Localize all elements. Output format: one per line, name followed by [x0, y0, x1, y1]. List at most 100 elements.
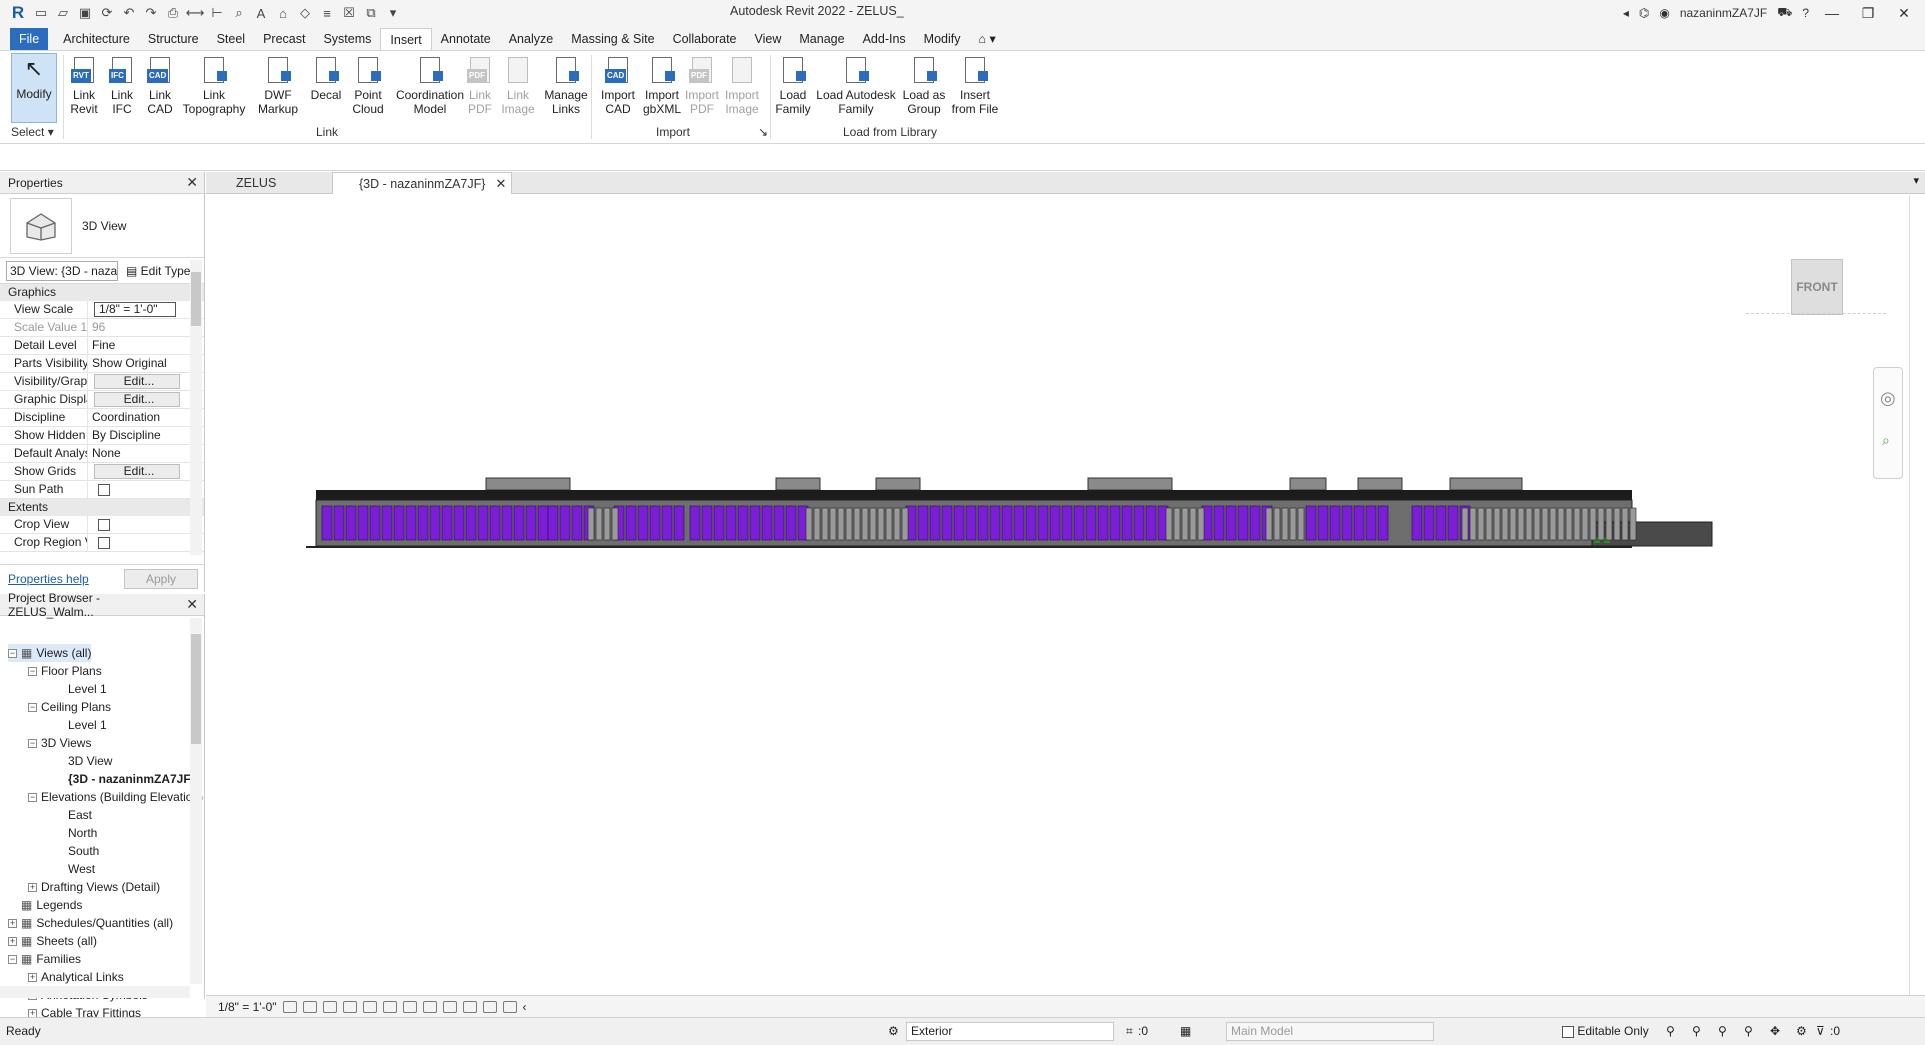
- select-links-icon[interactable]: ⚲: [1666, 1024, 1675, 1038]
- link-topography-button[interactable]: Link Topography: [180, 55, 248, 116]
- redo-icon[interactable]: ↷: [142, 4, 160, 22]
- link-ifc-button[interactable]: IFC Link IFC: [104, 55, 140, 116]
- editable-icon[interactable]: ⌗: [1126, 1024, 1133, 1039]
- browser-item[interactable]: South: [68, 842, 99, 860]
- text-icon[interactable]: A: [252, 4, 270, 22]
- canvas-scrollbar[interactable]: [1909, 195, 1925, 995]
- help-icon[interactable]: ?: [1802, 6, 1809, 20]
- dwf-markup-button[interactable]: DWF Markup: [254, 55, 302, 116]
- ribbon-tab-insert[interactable]: Insert: [380, 28, 432, 50]
- editable-only-checkbox[interactable]: Editable Only: [1562, 1024, 1649, 1038]
- browser-item[interactable]: {3D - nazaninmZA7JF}: [68, 770, 195, 788]
- switch-windows-icon[interactable]: ⧉: [362, 4, 380, 22]
- browser-item[interactable]: Level 1: [68, 680, 107, 698]
- zoom-icon[interactable]: ⌕: [1882, 432, 1890, 449]
- viewcube[interactable]: FRONT: [1791, 259, 1843, 315]
- coordination-model-button[interactable]: Coordination Model: [392, 55, 468, 116]
- save-icon[interactable]: ▣: [76, 4, 94, 22]
- sun-path-icon[interactable]: [322, 1000, 337, 1013]
- worksets-icon[interactable]: ⚙: [888, 1024, 899, 1038]
- modify-button[interactable]: ↖ Modify: [11, 53, 57, 123]
- browser-scrollbar[interactable]: [190, 618, 202, 984]
- import-image-button[interactable]: Import Image: [724, 55, 760, 116]
- apply-button[interactable]: Apply: [124, 568, 198, 589]
- browser-item[interactable]: − Floor Plans: [28, 662, 102, 680]
- app-logo[interactable]: R: [8, 3, 28, 23]
- close-hidden-icon[interactable]: ☒: [340, 4, 358, 22]
- thin-lines-icon[interactable]: ≡: [318, 4, 336, 22]
- prop-edit-button[interactable]: Edit...: [94, 374, 180, 389]
- detail-level-icon[interactable]: [282, 1000, 297, 1013]
- collapse-icon[interactable]: −: [8, 648, 17, 658]
- browser-item[interactable]: + ▦ Sheets (all): [8, 932, 97, 950]
- viewcube-compass[interactable]: [1746, 313, 1886, 321]
- drawing-area[interactable]: FRONT ◎ ⌕: [206, 195, 1909, 995]
- customize-qat-icon[interactable]: ▾: [384, 4, 402, 22]
- prop-checkbox[interactable]: [98, 536, 110, 549]
- browser-hscrollbar[interactable]: [0, 986, 190, 998]
- prop-value[interactable]: [88, 516, 183, 533]
- print-icon[interactable]: ⎙: [164, 4, 182, 22]
- temporary-properties-icon[interactable]: [502, 1000, 517, 1013]
- collapse-icon[interactable]: −: [28, 792, 37, 802]
- expand-icon[interactable]: +: [8, 918, 17, 928]
- sync-icon[interactable]: ⟳: [98, 4, 116, 22]
- tab-overflow-icon[interactable]: ▾: [1913, 174, 1919, 187]
- prop-value[interactable]: None: [88, 445, 183, 462]
- prop-value[interactable]: Fine: [88, 337, 183, 354]
- expand-icon[interactable]: +: [28, 972, 37, 982]
- load-as-group-button[interactable]: Load as Group: [900, 55, 948, 116]
- select-by-face-icon[interactable]: ⚲: [1744, 1024, 1753, 1038]
- ribbon-tab-view[interactable]: View: [746, 28, 791, 50]
- minimize-icon[interactable]: —: [1819, 5, 1845, 21]
- section-graphics[interactable]: Graphics⌃: [0, 284, 204, 301]
- decal-button[interactable]: Decal: [306, 55, 346, 102]
- prop-checkbox[interactable]: [98, 518, 110, 531]
- browser-item[interactable]: − ▦ Families: [8, 950, 81, 968]
- type-selector[interactable]: 3D View: [0, 194, 204, 258]
- steering-wheel-icon[interactable]: ◎: [1880, 388, 1896, 409]
- select-pinned-icon[interactable]: ⚲: [1718, 1024, 1727, 1038]
- undo-icon[interactable]: ↶: [120, 4, 138, 22]
- collapse-icon[interactable]: −: [28, 738, 37, 748]
- browser-item[interactable]: ▦ Legends: [8, 896, 82, 914]
- edit-type-button[interactable]: ▤ Edit Type: [126, 264, 190, 278]
- properties-close-icon[interactable]: ✕: [186, 174, 198, 191]
- restore-icon[interactable]: ❐: [1855, 5, 1881, 22]
- view-instance-selector[interactable]: 3D View: {3D - nazaninmZA7JF}: [6, 260, 118, 281]
- ribbon-tab-collaborate[interactable]: Collaborate: [664, 28, 746, 50]
- ribbon-tab-analyze[interactable]: Analyze: [500, 28, 562, 50]
- properties-help-link[interactable]: Properties help: [8, 572, 89, 586]
- visual-style-icon[interactable]: [302, 1000, 317, 1013]
- close-icon[interactable]: ✕: [1891, 5, 1917, 22]
- reveal-hidden-icon[interactable]: [462, 1000, 477, 1013]
- import-dialog-launcher-icon[interactable]: ↘: [758, 125, 768, 139]
- prop-value[interactable]: 1/8" = 1'-0": [94, 302, 176, 317]
- binoculars-icon[interactable]: ⌬: [1639, 6, 1649, 20]
- tab-zelus[interactable]: ZELUS: [206, 172, 332, 194]
- collapse-icon[interactable]: −: [8, 954, 17, 964]
- select-underlay-icon[interactable]: ⚲: [1692, 1024, 1701, 1038]
- design-options-icon[interactable]: ▦: [1180, 1024, 1191, 1038]
- background-process-icon[interactable]: ⚙: [1796, 1024, 1807, 1038]
- prop-checkbox[interactable]: [98, 483, 110, 496]
- browser-item[interactable]: West: [68, 860, 95, 878]
- tab-close-icon[interactable]: ✕: [495, 176, 506, 191]
- measure-icon[interactable]: ⟷: [186, 4, 205, 22]
- ribbon-tab-architecture[interactable]: Architecture: [54, 28, 139, 50]
- import-pdf-button[interactable]: PDF Import PDF: [684, 55, 720, 116]
- browser-item[interactable]: + Drafting Views (Detail): [28, 878, 160, 896]
- browser-close-icon[interactable]: ✕: [186, 596, 198, 613]
- properties-scrollbar[interactable]: [190, 260, 202, 555]
- collapse-icon[interactable]: −: [28, 702, 37, 712]
- ribbon-tab-precast[interactable]: Precast: [254, 28, 314, 50]
- link-cad-button[interactable]: CAD Link CAD: [142, 55, 178, 116]
- browser-item[interactable]: North: [68, 824, 97, 842]
- tag-icon[interactable]: ⌕: [230, 4, 248, 22]
- section-icon[interactable]: ◇: [296, 4, 314, 22]
- hide-isolate-icon[interactable]: [442, 1000, 457, 1013]
- point-cloud-button[interactable]: Point Cloud: [348, 55, 388, 116]
- building-model[interactable]: [206, 195, 1909, 995]
- 3d-view-icon[interactable]: ⌂: [274, 4, 292, 22]
- load-autodesk-family-button[interactable]: Load Autodesk Family: [816, 55, 896, 116]
